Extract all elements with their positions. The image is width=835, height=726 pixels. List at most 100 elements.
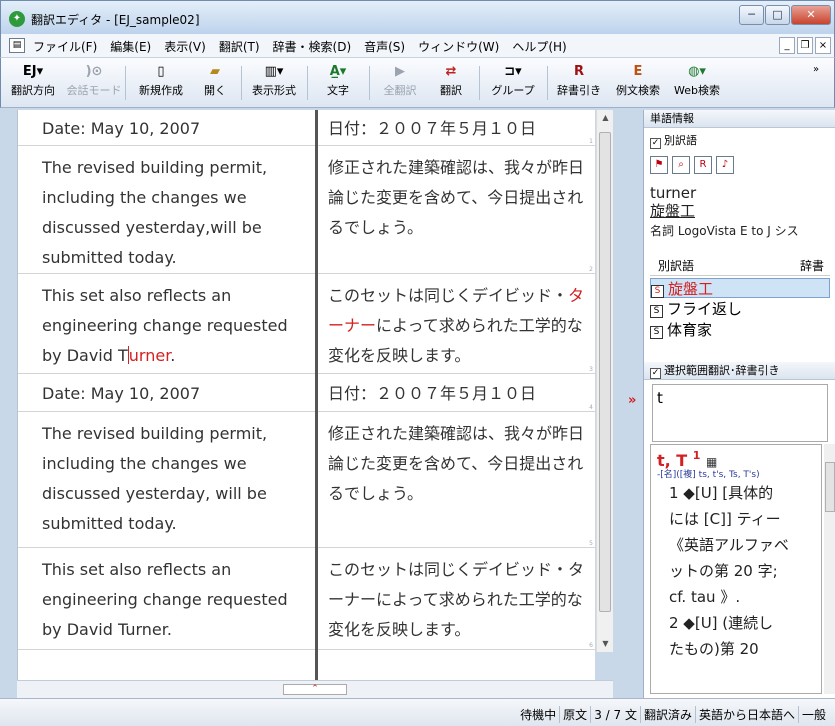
scroll-down-icon[interactable]: ▼ — [597, 636, 614, 652]
selection-input[interactable]: t — [652, 384, 828, 442]
dict-grammar: -[名]([複] ts, t's, Ts, T's) — [657, 470, 760, 480]
translate-button[interactable]: ⇄ 翻訳 — [429, 62, 473, 104]
translate-all-button[interactable]: ▶ 全翻訳 — [375, 62, 425, 104]
alt-words-label: 別訳語 — [664, 134, 697, 147]
text-icon: A̲▾ — [329, 64, 347, 79]
column-divider[interactable] — [315, 110, 318, 680]
scrollbar-thumb[interactable] — [599, 132, 611, 612]
headword-translation: 旋盤工 — [650, 202, 696, 220]
source-text[interactable]: This set also reflects an engineering ch… — [42, 555, 294, 645]
conversation-mode-button[interactable]: )⊙ 会話モード — [65, 62, 123, 104]
close-button[interactable]: ✕ — [791, 5, 831, 25]
scrollbar-thumb[interactable] — [825, 462, 835, 512]
segment-number: 5 — [589, 540, 593, 547]
toolbar-separator — [307, 66, 308, 100]
target-text[interactable]: 日付：２００７年５月１０日 — [328, 379, 588, 409]
segment-row[interactable]: Date: May 10, 2007 日付：２００７年５月１０日 4 — [18, 374, 596, 412]
text-button[interactable]: A̲▾ 文字 — [313, 62, 363, 104]
example-search-button[interactable]: E 例文検索 — [609, 62, 667, 104]
menu-dictionary[interactable]: 辞書・検索(D) — [271, 38, 354, 55]
alternative-row-selected[interactable]: S 旋盤工 — [650, 278, 830, 298]
segment-row[interactable]: The revised building permit, including t… — [18, 412, 596, 548]
mdi-close-button[interactable]: × — [815, 37, 831, 54]
display-format-button[interactable]: ▥▾ 表示形式 — [245, 62, 303, 104]
flag-icon[interactable]: ⚑ — [650, 156, 668, 174]
translation-editor[interactable]: Date: May 10, 2007 日付：２００７年５月１０日 1 The r… — [17, 110, 596, 680]
dict-headword-text: t, T — [657, 451, 688, 470]
source-text[interactable]: Date: May 10, 2007 — [42, 379, 294, 409]
source-text[interactable]: Date: May 10, 2007 — [42, 114, 294, 144]
side-panel: 単語情報 ✓ 別訳語 ⚑ ⌕ R ♪ turner 旋盤工 名詞 LogoVist… — [643, 110, 835, 698]
selection-translate-header[interactable]: ✓ 選択範囲翻訳･辞書引き — [644, 362, 835, 380]
audio-icon[interactable]: ♪ — [716, 156, 734, 174]
panel-toggle-icon[interactable]: » — [628, 393, 636, 408]
title-bar: ✦ 翻訳エディタ - [EJ_sample02] ─ □ ✕ — [0, 0, 835, 34]
dictionary-icon: R — [573, 64, 584, 79]
web-search-button[interactable]: ◍▾ Web検索 — [669, 62, 725, 104]
status-translated: 翻訳済み — [639, 706, 695, 723]
document-icon[interactable]: ▤ — [9, 38, 25, 53]
segment-row[interactable]: This set also reflects an engineering ch… — [18, 548, 596, 650]
toolbar-separator — [241, 66, 242, 100]
part-of-speech: 名詞 LogoVista E to J シス — [650, 224, 799, 238]
segment-row[interactable]: The revised building permit, including t… — [18, 146, 596, 274]
lookup-icon[interactable]: ⌕ — [672, 156, 690, 174]
segment-number: 4 — [589, 404, 593, 411]
dict-line: cf. tau 》. — [669, 588, 741, 606]
word-entry: turner 旋盤工 — [650, 184, 696, 220]
dictionary-lookup-button[interactable]: R 辞書引き — [551, 62, 607, 104]
dictionary-icon[interactable]: R — [694, 156, 712, 174]
checkbox-icon[interactable]: ✓ — [650, 368, 661, 379]
dictionary-scrollbar[interactable] — [824, 444, 835, 694]
menu-edit[interactable]: 編集(E) — [108, 38, 153, 55]
toolbar-separator — [125, 66, 126, 100]
menu-help[interactable]: ヘルプ(H) — [510, 38, 568, 55]
segment-row-active[interactable]: This set also reflects an engineering ch… — [18, 274, 596, 374]
target-text[interactable]: このセットは同じくデイビッド・ターナーによって求められた工学的な変化を反映します… — [328, 555, 588, 645]
menu-view[interactable]: 表示(V) — [162, 38, 208, 55]
pane-splitter[interactable]: ⌃ — [17, 680, 613, 698]
group-icon: ⊐▾ — [504, 64, 522, 79]
toolbar-separator — [479, 66, 480, 100]
s-icon: S — [650, 326, 663, 339]
alternative-row[interactable]: S フライ返し — [650, 299, 830, 319]
book-icon[interactable]: ▦ — [706, 455, 717, 469]
alternative-row[interactable]: S 体育家 — [650, 320, 830, 340]
highlighted-word[interactable]: urner — [129, 346, 171, 365]
source-text[interactable]: The revised building permit, including t… — [42, 153, 294, 273]
open-button[interactable]: ▰ 開く — [193, 62, 237, 104]
target-text[interactable]: このセットは同じくデイビッド・ターナーによって求められた工学的な変化を反映します… — [328, 281, 588, 371]
headword: turner — [650, 184, 697, 202]
minimize-button[interactable]: ─ — [739, 5, 764, 25]
scroll-up-icon[interactable]: ▲ — [597, 110, 614, 126]
status-bar: 待機中 原文 3 / 7 文 翻訳済み 英語から日本語へ 一般 — [0, 698, 835, 726]
target-text[interactable]: 日付：２００７年５月１０日 — [328, 114, 588, 144]
dict-line: 《英語アルファベ — [669, 536, 789, 554]
menu-speech[interactable]: 音声(S) — [362, 38, 407, 55]
new-file-icon: ▯ — [157, 64, 165, 79]
maximize-button[interactable]: □ — [765, 5, 790, 25]
group-button[interactable]: ⊐▾ グループ — [483, 62, 543, 104]
alt-words-checkbox[interactable]: ✓ 別訳語 — [650, 132, 697, 149]
source-text[interactable]: The revised building permit, including t… — [42, 419, 294, 539]
expand-up-icon[interactable]: ⌃ — [283, 684, 347, 695]
new-document-button[interactable]: ▯ 新規作成 — [131, 62, 191, 104]
target-text[interactable]: 修正された建築確認は、我々が昨日論じた変更を含めて、今日提出されるでしょう。 — [328, 153, 588, 243]
menu-file[interactable]: ファイル(F) — [31, 38, 99, 55]
menu-bar: ▤ ファイル(F) 編集(E) 表示(V) 翻訳(T) 辞書・検索(D) 音声(… — [0, 34, 835, 58]
translate-icon: ⇄ — [445, 64, 457, 79]
dict-line: たもの)第 20 — [669, 640, 759, 658]
editor-scrollbar[interactable]: ▲ ▼ — [596, 110, 613, 652]
mdi-minimize-button[interactable]: _ — [779, 37, 795, 54]
source-text[interactable]: This set also reflects an engineering ch… — [42, 281, 294, 371]
toolbar-overflow-icon[interactable]: » — [813, 64, 819, 75]
target-text[interactable]: 修正された建築確認は、我々が昨日論じた変更を含めて、今日提出されるでしょう。 — [328, 419, 588, 509]
checkbox-icon[interactable]: ✓ — [650, 138, 661, 149]
mdi-restore-button[interactable]: ❐ — [797, 37, 813, 54]
segment-row[interactable]: Date: May 10, 2007 日付：２００７年５月１０日 1 — [18, 110, 596, 146]
translation-direction-button[interactable]: EJ▾ 翻訳方向 — [5, 62, 61, 104]
menu-translate[interactable]: 翻訳(T) — [217, 38, 262, 55]
dict-line: 1 ◆[U] [具体的 — [669, 484, 774, 502]
segment-number: 3 — [589, 366, 593, 373]
menu-window[interactable]: ウィンドウ(W) — [416, 38, 501, 55]
